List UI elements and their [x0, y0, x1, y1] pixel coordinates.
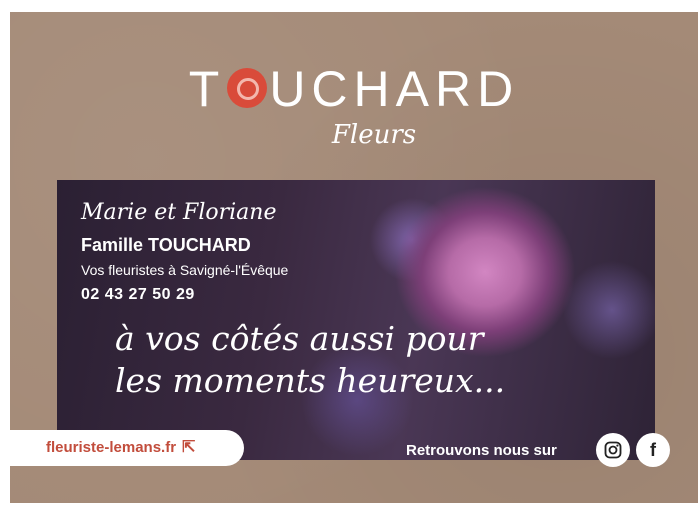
names-text: Marie et Floriane	[81, 200, 277, 225]
tagline: à vos côtés aussi pour les moments heure…	[115, 318, 505, 402]
tagline-line-1: à vos côtés aussi pour	[115, 319, 484, 358]
tagline-line-2: les moments heureux...	[115, 361, 506, 400]
website-link[interactable]: fleuriste-lemans.fr ⇱	[10, 430, 244, 466]
facebook-icon: f	[650, 440, 656, 460]
flyer-page: T UCHARD Fleurs Marie et Floriane Famille…	[10, 12, 698, 503]
rose-icon	[227, 68, 268, 108]
family-text: Famille TOUCHARD	[81, 235, 251, 255]
instagram-icon	[604, 441, 622, 459]
brand-name: T UCHARD	[10, 64, 698, 114]
website-label: fleuriste-lemans.fr	[46, 439, 177, 456]
touchard-logo: T UCHARD Fleurs	[10, 64, 698, 150]
brand-subtitle: Fleurs	[331, 120, 417, 150]
facebook-button[interactable]: f	[636, 433, 670, 467]
phone-text: 02 43 27 50 29	[81, 286, 195, 303]
brand-letter-t: T	[188, 61, 226, 117]
instagram-button[interactable]	[596, 433, 630, 467]
brand-letters-uchard: UCHARD	[269, 61, 520, 117]
pointer-icon: ⇱	[182, 439, 196, 456]
rose-banner: Marie et Floriane Famille TOUCHARD Vos f…	[57, 180, 655, 460]
location-text: Vos fleuristes à Savigné-l'Évêque	[81, 262, 289, 278]
social-label: Retrouvons nous sur	[406, 442, 557, 459]
